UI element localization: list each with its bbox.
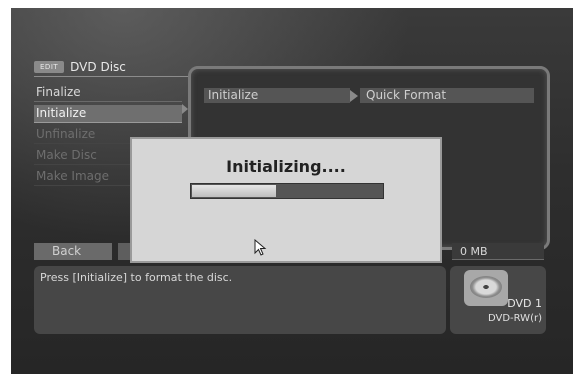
disc-size-readout: 0 MB: [452, 243, 544, 260]
crumb-initialize: Initialize: [204, 88, 350, 103]
edit-badge: EDIT: [34, 60, 65, 73]
disc-label: DVD 1: [507, 297, 542, 310]
header: EDIT DVD Disc: [34, 58, 126, 75]
help-message: Press [Initialize] to format the disc.: [34, 266, 446, 334]
disc-graphic: [470, 276, 502, 298]
initializing-dialog: Initializing....: [130, 137, 442, 263]
disc-type: DVD-RW(r): [487, 313, 542, 324]
dialog-title: Initializing....: [226, 157, 346, 176]
quick-format-option[interactable]: Quick Format: [360, 88, 534, 103]
progress-fill: [192, 185, 276, 197]
crumb-arrow-icon: [350, 90, 358, 102]
progress-bar: [190, 183, 384, 199]
menu-item-finalize[interactable]: Finalize: [34, 84, 182, 102]
back-button[interactable]: Back: [34, 243, 112, 260]
dvd-disc-icon: [464, 270, 508, 306]
page-title: DVD Disc: [70, 59, 126, 74]
menu-item-initialize[interactable]: Initialize: [34, 105, 182, 123]
header-divider: [34, 76, 194, 77]
disc-info: DVD 1 DVD-RW(r): [450, 266, 546, 334]
mouse-cursor-icon: [254, 239, 267, 256]
